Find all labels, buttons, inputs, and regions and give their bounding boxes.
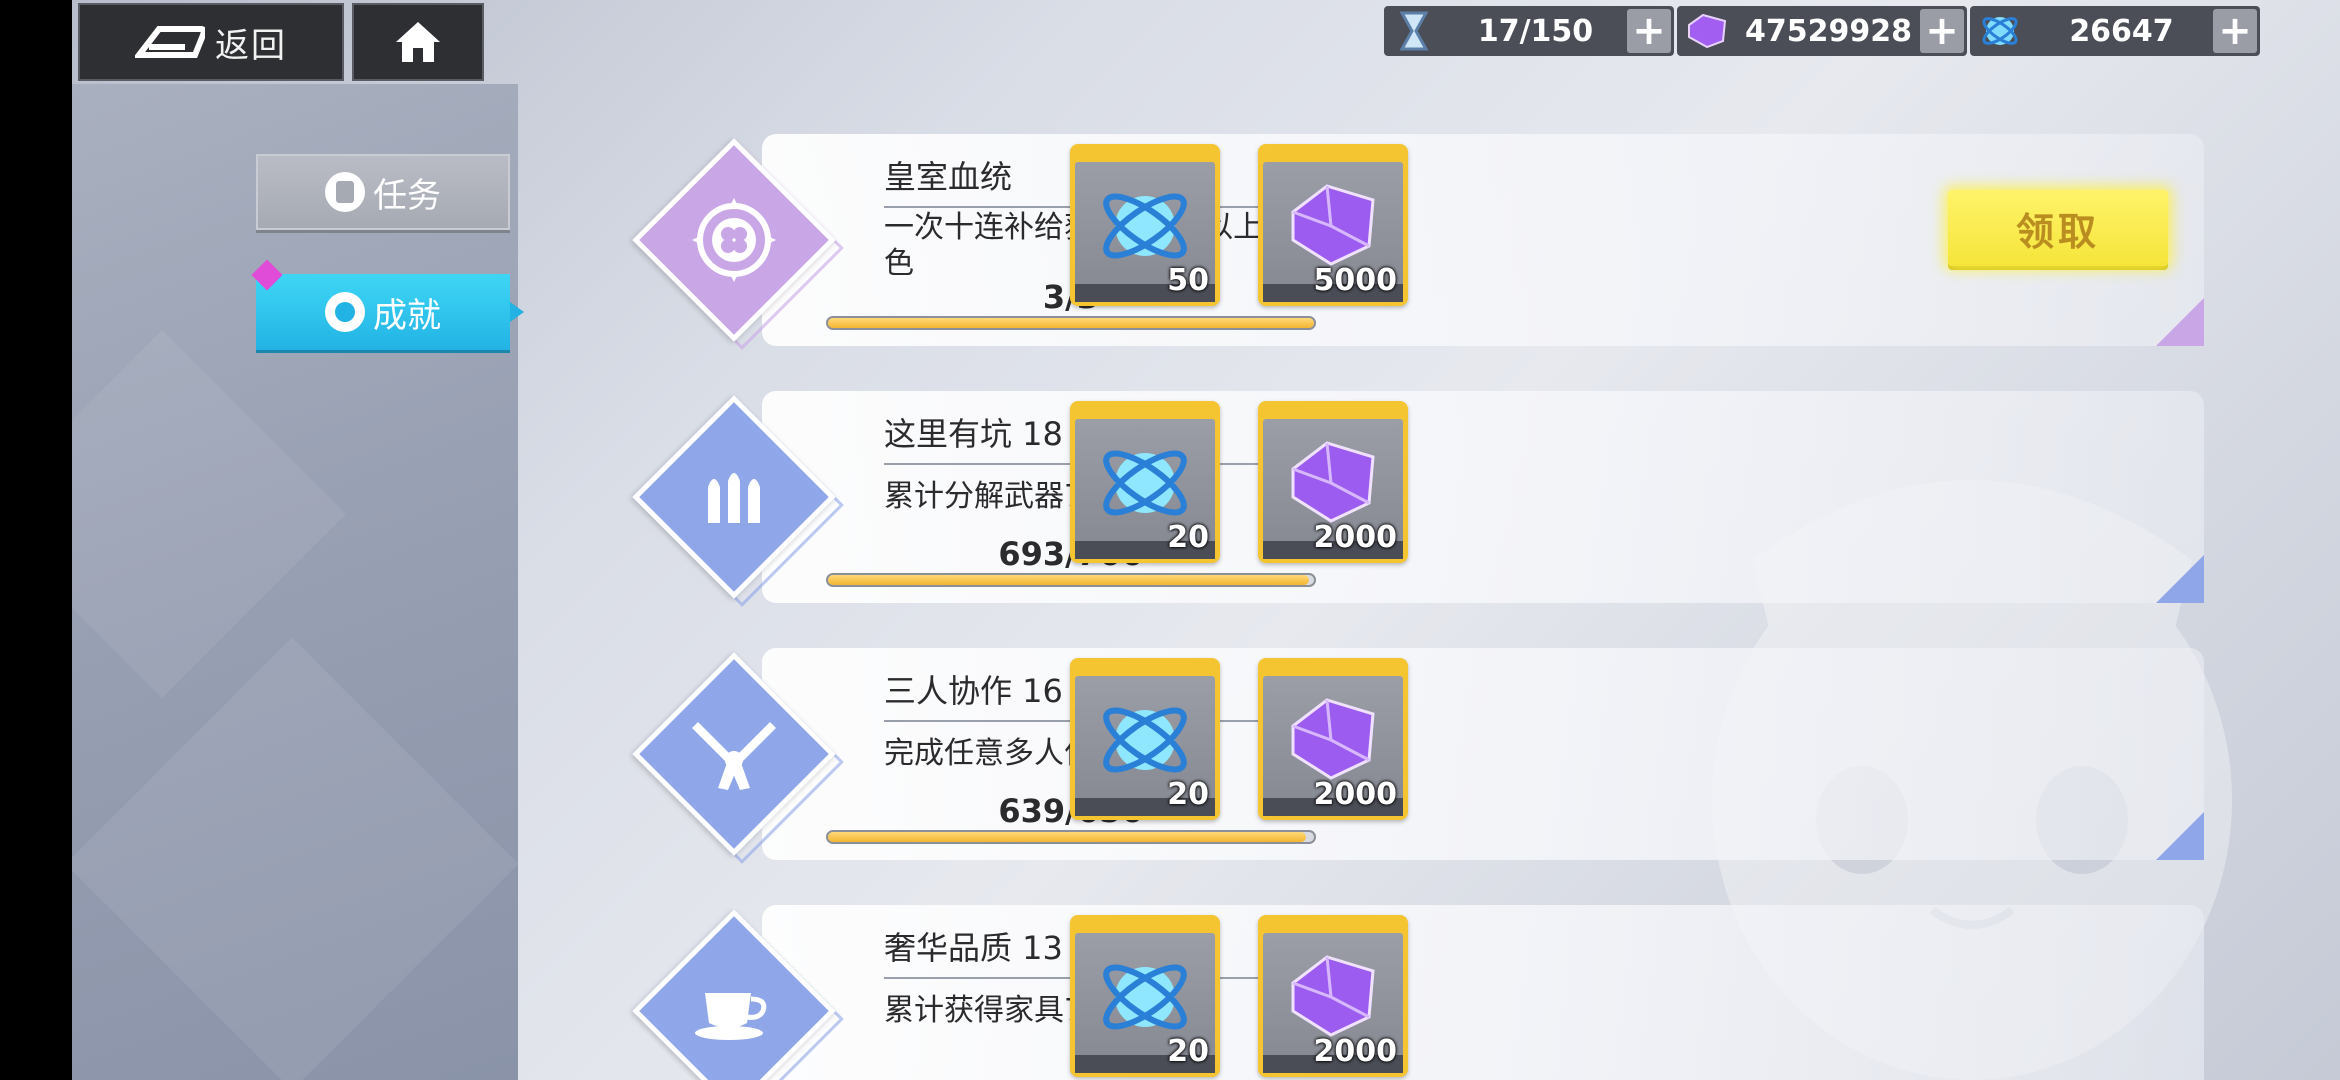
bullets-icon	[674, 437, 794, 557]
blue-orb-icon	[1103, 707, 1187, 773]
reward-item[interactable]: 20	[1070, 915, 1220, 1077]
reward-item[interactable]: 50	[1070, 144, 1220, 306]
reward-item[interactable]: 20	[1070, 401, 1220, 563]
achievements-screen: 返回 17/150 + 47529928 + 26647 + 任务 成就 皇室血…	[72, 0, 2340, 1080]
reward-item[interactable]: 2000	[1258, 658, 1408, 820]
reward-count: 2000	[1313, 1034, 1398, 1069]
achievement-card: 这里有坑 18 累计分解武器700把 693/700 20 2000	[632, 391, 2204, 607]
progress-bar	[826, 830, 1316, 844]
purple-crystal-icon	[1291, 955, 1375, 1037]
purple-crystal-icon	[1291, 698, 1375, 780]
blue-orb-icon	[1103, 964, 1187, 1030]
progress-bar	[826, 316, 1316, 330]
reward-count: 2000	[1313, 520, 1398, 555]
progress-bar-fill	[828, 318, 1314, 328]
achievement-badge	[632, 652, 844, 864]
reward-count: 2000	[1313, 777, 1398, 812]
blue-orb-icon	[1103, 450, 1187, 516]
reward-item[interactable]: 5000	[1258, 144, 1408, 306]
reward-count: 20	[1167, 1034, 1209, 1069]
clover-emblem-icon	[674, 180, 794, 300]
purple-crystal-icon	[1291, 441, 1375, 523]
achievement-badge	[632, 138, 844, 350]
achievement-card: 皇室血统 一次十连补给获得3位及以上4星角色 3/3 50 5000	[632, 134, 2204, 350]
achievement-badge	[632, 395, 844, 607]
reward-item[interactable]: 20	[1070, 658, 1220, 820]
achievement-card: 三人协作 16 完成任意多人作战650次 639/650 20 2000	[632, 648, 2204, 864]
reward-item[interactable]: 2000	[1258, 401, 1408, 563]
reward-count: 50	[1167, 263, 1209, 298]
card-corner	[2156, 812, 2204, 860]
progress-bar-fill	[828, 575, 1310, 585]
reward-count: 20	[1167, 777, 1209, 812]
crossed-revolvers-icon	[674, 694, 794, 814]
card-corner	[2156, 298, 2204, 346]
teacup-icon	[674, 951, 794, 1071]
achievement-list: 皇室血统 一次十连补给获得3位及以上4星角色 3/3 50 5000	[72, 0, 2340, 1080]
reward-count: 20	[1167, 520, 1209, 555]
achievement-card: 奢华品质 13 累计获得家具720个 20 2000	[632, 905, 2204, 1080]
progress-bar-fill	[828, 832, 1306, 842]
reward-count: 5000	[1313, 263, 1398, 298]
achievement-badge	[632, 909, 844, 1080]
purple-crystal-icon	[1291, 184, 1375, 266]
blue-orb-icon	[1103, 193, 1187, 259]
claim-button[interactable]: 领取	[1948, 190, 2168, 266]
card-corner	[2156, 555, 2204, 603]
progress-bar	[826, 573, 1316, 587]
reward-item[interactable]: 2000	[1258, 915, 1408, 1077]
